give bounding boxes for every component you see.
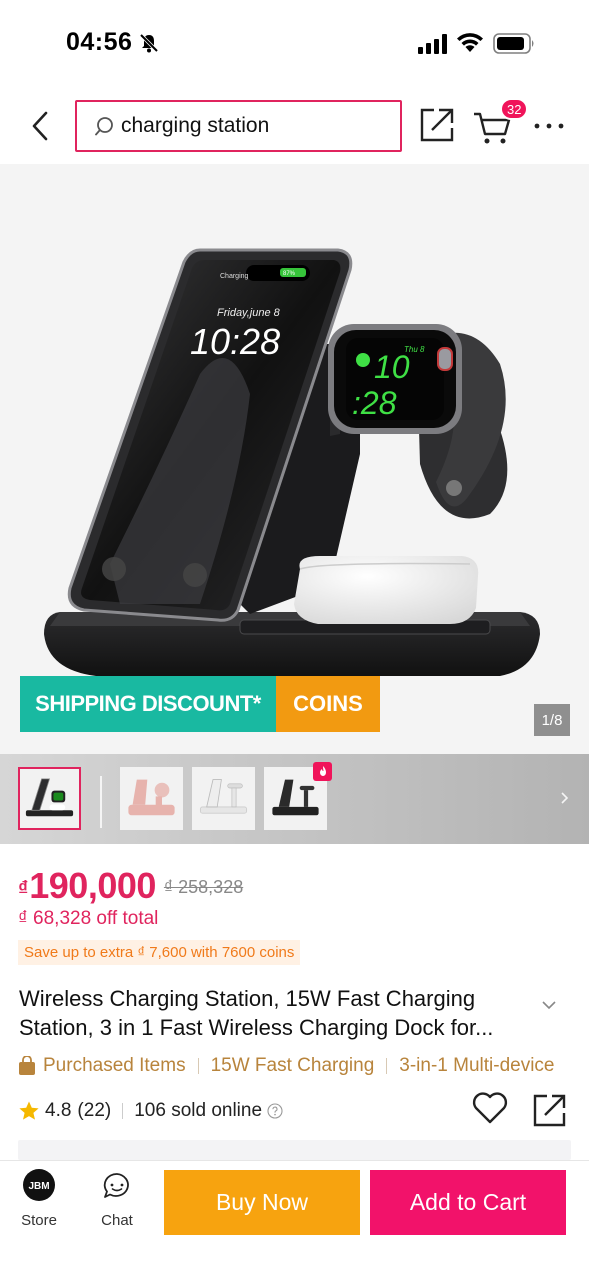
coins-badge: COINS: [276, 676, 380, 732]
battery-icon: [493, 33, 534, 54]
status-bar: 04:56: [0, 0, 589, 88]
thumbnail-image: [192, 767, 255, 830]
heart-icon[interactable]: [471, 1090, 509, 1126]
rating-score: 4.8: [45, 1100, 72, 1121]
help-icon[interactable]: [267, 1103, 283, 1119]
discount-total: ₫ 68,328 off total: [18, 908, 159, 929]
bell-muted-icon: [139, 33, 159, 53]
chevron-left-icon: [32, 111, 48, 141]
status-time: 04:56: [66, 28, 133, 56]
wifi-icon: [457, 33, 483, 52]
buy-now-button[interactable]: Buy Now: [164, 1170, 360, 1235]
rating-row[interactable]: 4.8 (22) 106 sold online: [18, 1096, 283, 1126]
add-to-cart-button[interactable]: Add to Cart: [370, 1170, 566, 1235]
sold-count: 106 sold online: [134, 1100, 263, 1121]
flame-icon: [319, 766, 326, 776]
hot-badge: [313, 762, 332, 781]
store-logo-mark: JBM: [28, 1181, 49, 1192]
phone-time-text: 10:28: [190, 321, 280, 362]
thumbnail-white[interactable]: [192, 767, 255, 830]
rating-divider: [122, 1103, 124, 1119]
search-query: charging station: [121, 114, 270, 137]
bottom-action-bar: JBM Store Chat Buy Now Add to Cart: [0, 1160, 589, 1280]
share-icon[interactable]: [418, 106, 456, 144]
star-icon: [19, 1101, 39, 1120]
store-button[interactable]: JBM Store: [14, 1169, 64, 1235]
coin-savings-banner: Save up to extra ₫ 7,600 with 7600 coins: [18, 940, 301, 965]
chat-button[interactable]: Chat: [92, 1169, 142, 1235]
tag-fast-charging: 15W Fast Charging: [210, 1055, 375, 1076]
phone-battery-text: 87%: [283, 271, 296, 277]
phone-charging-text: Charging: [220, 273, 249, 280]
search-input[interactable]: charging station: [75, 100, 402, 152]
image-counter: 1/8: [534, 704, 570, 736]
store-logo-text: JBM: [28, 1181, 49, 1192]
more-options-icon[interactable]: [532, 114, 566, 138]
thumbnail-image: [20, 769, 79, 828]
back-button[interactable]: [24, 108, 56, 144]
product-image: Charging 87% Friday,june 8 10:28 Thu 8 1…: [44, 248, 540, 676]
price-currency: ₫: [18, 878, 29, 900]
product-title-line-2: Station, 3 in 1 Fast Wireless Charging D…: [19, 1015, 494, 1040]
chevron-right-icon[interactable]: [558, 786, 572, 810]
shopping-bag-icon: [19, 1056, 35, 1075]
thumbnail-divider: [100, 776, 102, 828]
store-label: Store: [21, 1212, 57, 1229]
watch-hour-text: 10: [374, 349, 410, 385]
phone-date-text: Friday,june 8: [217, 307, 281, 319]
top-header: charging station 32: [0, 88, 589, 164]
product-title-line-1: Wireless Charging Station, 15W Fast Char…: [19, 986, 476, 1011]
product-title: Wireless Charging Station, 15W Fast Char…: [19, 984, 531, 1042]
search-icon: [95, 117, 113, 136]
tag-divider: [386, 1058, 388, 1074]
store-logo: JBM: [23, 1169, 55, 1201]
chat-label: Chat: [101, 1212, 133, 1229]
chat-icon: [103, 1173, 129, 1198]
cart-count-badge: 32: [500, 98, 529, 120]
cellular-signal-icon: [418, 34, 447, 54]
thumbnail-pink[interactable]: [120, 767, 183, 830]
watch-minute-text: :28: [352, 385, 397, 421]
thumbnail-image: [120, 767, 183, 830]
current-price: 190,000: [29, 865, 156, 906]
tag-divider: [197, 1058, 199, 1074]
thumbnail-black[interactable]: [18, 767, 81, 830]
rating-count: (22): [77, 1100, 112, 1121]
price-row: ₫ 190,000 ₫ 258,328: [18, 862, 243, 906]
tag-purchased-items: Purchased Items: [43, 1055, 186, 1076]
next-section-peek: [18, 1140, 571, 1160]
original-price: ₫ 258,328: [163, 877, 244, 897]
thumbnail-strip: [0, 754, 589, 844]
shipping-discount-badge: SHIPPING DISCOUNT*: [20, 676, 276, 732]
product-image-gallery[interactable]: Charging 87% Friday,june 8 10:28 Thu 8 1…: [0, 164, 589, 754]
share-icon[interactable]: [532, 1092, 568, 1128]
tag-multi-device: 3-in-1 Multi-device: [399, 1055, 555, 1076]
chevron-down-icon[interactable]: [540, 998, 558, 1012]
feature-tags: Purchased Items 15W Fast Charging 3-in-1…: [18, 1052, 574, 1080]
